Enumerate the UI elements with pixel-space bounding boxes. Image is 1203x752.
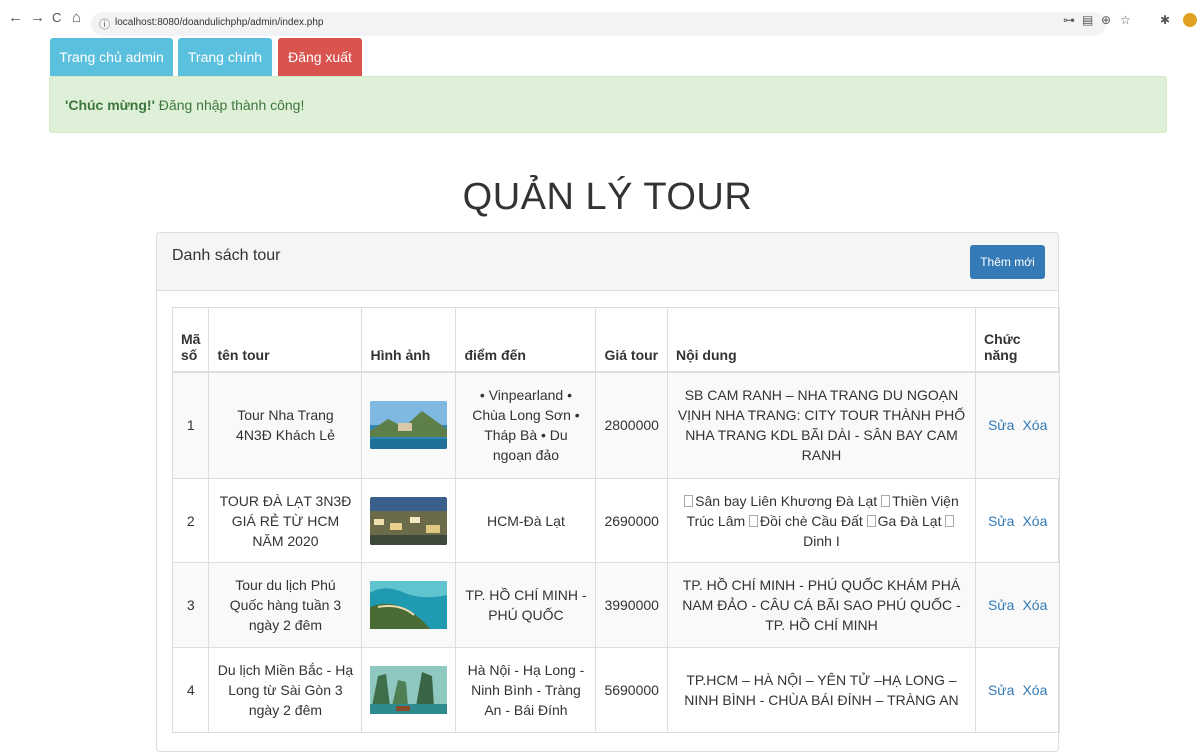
missing-glyph-icon <box>866 514 876 527</box>
delete-link[interactable]: Xóa <box>1022 682 1047 698</box>
cell-destination: TP. HỒ CHÍ MINH - PHÚ QUỐC <box>455 562 597 648</box>
extensions-icon[interactable]: ✱ <box>1160 13 1170 27</box>
delete-link[interactable]: Xóa <box>1022 417 1047 433</box>
cell-id: 3 <box>171 562 210 648</box>
key-icon[interactable]: ⊶ <box>1063 13 1075 27</box>
delete-link[interactable]: Xóa <box>1022 597 1047 613</box>
address-bar[interactable]: ⓘ localhost:8080/doandulichphp/admin/ind… <box>91 12 1106 36</box>
edit-link[interactable]: Sửa <box>988 513 1015 529</box>
add-new-button[interactable]: Thêm mới <box>970 245 1045 279</box>
edit-link[interactable]: Sửa <box>988 682 1015 698</box>
col-header-name: tên tour <box>208 307 363 373</box>
success-alert: 'Chúc mừng!' Đăng nhập thành công! <box>49 76 1167 133</box>
content-part: Đồi chè Cầu Đất <box>760 512 863 529</box>
col-header-destination: điểm đến <box>455 307 597 373</box>
main-page-button[interactable]: Trang chính <box>178 38 272 76</box>
cell-image <box>361 647 457 733</box>
forward-icon[interactable]: → <box>30 10 45 26</box>
panel-title: Danh sách tour <box>172 247 281 264</box>
edit-link[interactable]: Sửa <box>988 417 1015 433</box>
bookmark-star-icon[interactable]: ☆ <box>1120 13 1131 27</box>
table-row: 4 Du lịch Miền Bắc - Hạ Long từ Sài Gòn … <box>171 647 1061 733</box>
translate-icon[interactable]: ▤ <box>1082 13 1093 27</box>
cell-id: 1 <box>171 371 210 479</box>
cell-destination: • Vinpearland • Chùa Long Sơn • Tháp Bà … <box>455 371 597 479</box>
missing-glyph-icon <box>945 514 955 527</box>
cell-destination: Hà Nội - Hạ Long - Ninh Bình - Tràng An … <box>455 647 597 733</box>
cell-price: 2800000 <box>595 371 668 479</box>
cell-content: SB CAM RANH – NHA TRANG DU NGOẠN VỊNH NH… <box>666 371 976 479</box>
profile-avatar[interactable] <box>1183 13 1197 27</box>
alert-text: 'Chúc mừng!' Đăng nhập thành công! <box>65 97 304 113</box>
site-info-icon[interactable]: ⓘ <box>99 16 110 32</box>
content-part: Dinh I <box>803 532 840 549</box>
content-part: Sân bay Liên Khương Đà Lạt <box>695 492 878 509</box>
reload-icon[interactable]: C <box>52 10 61 26</box>
col-header-content: Nội dung <box>666 307 976 373</box>
tour-thumbnail <box>370 581 448 629</box>
page-title: QUẢN LÝ TOUR <box>462 176 753 218</box>
col-header-image: Hình ảnh <box>361 307 457 373</box>
table-row: 1 Tour Nha Trang 4N3Đ Khách Lẻ • Vinpear… <box>171 371 1061 479</box>
cell-actions: Sửa Xóa <box>974 562 1061 648</box>
cell-content: TP. HỒ CHÍ MINH - PHÚ QUỐC KHÁM PHÁ NAM … <box>666 562 976 648</box>
logout-button[interactable]: Đăng xuất <box>278 38 362 76</box>
cell-content: TP.HCM – HÀ NỘI – YÊN TỬ –HẠ LONG – NINH… <box>666 647 976 733</box>
alert-strong: 'Chúc mừng!' <box>65 97 155 113</box>
tour-thumbnail <box>370 666 448 714</box>
zoom-icon[interactable]: ⊕ <box>1101 13 1111 27</box>
cell-image <box>361 562 457 648</box>
missing-glyph-icon <box>881 494 891 507</box>
cell-actions: Sửa Xóa <box>974 647 1061 733</box>
tour-table: Mã số tên tour Hình ảnh điểm đến Giá tou… <box>171 307 1061 733</box>
panel-heading: Danh sách tour Thêm mới <box>157 233 1058 291</box>
tour-thumbnail <box>370 496 448 545</box>
cell-name: Tour Nha Trang 4N3Đ Khách Lẻ <box>208 371 363 479</box>
cell-name: Tour du lịch Phú Quốc hàng tuần 3 ngày 2… <box>208 562 363 648</box>
table-row: 3 Tour du lịch Phú Quốc hàng tuần 3 ngày… <box>171 562 1061 648</box>
missing-glyph-icon <box>684 494 694 507</box>
missing-glyph-icon <box>749 514 759 527</box>
col-header-actions: Chức năng <box>974 307 1061 373</box>
cell-id: 4 <box>171 647 210 733</box>
cell-actions: Sửa Xóa <box>974 478 1061 563</box>
cell-price: 3990000 <box>595 562 668 648</box>
cell-destination: HCM-Đà Lạt <box>455 478 597 563</box>
cell-actions: Sửa Xóa <box>974 371 1061 479</box>
tour-thumbnail <box>370 401 448 450</box>
cell-image <box>361 478 457 563</box>
table-row: 2 TOUR ĐÀ LẠT 3N3Đ GIÁ RẺ TỪ HCM NĂM 202… <box>171 478 1061 563</box>
url-text[interactable]: localhost:8080/doandulichphp/admin/index… <box>115 17 324 28</box>
delete-link[interactable]: Xóa <box>1022 513 1047 529</box>
cell-name: Du lịch Miền Bắc - Hạ Long từ Sài Gòn 3 … <box>208 647 363 733</box>
cell-price: 5690000 <box>595 647 668 733</box>
home-icon[interactable]: ⌂ <box>72 10 81 26</box>
cell-name: TOUR ĐÀ LẠT 3N3Đ GIÁ RẺ TỪ HCM NĂM 2020 <box>208 478 363 563</box>
back-icon[interactable]: ← <box>8 10 23 26</box>
content-part: Ga Đà Lạt <box>877 512 942 529</box>
alert-message: Đăng nhập thành công! <box>158 97 305 113</box>
cell-id: 2 <box>171 478 210 563</box>
cell-image <box>361 371 457 479</box>
cell-price: 2690000 <box>595 478 668 563</box>
browser-toolbar: ← → C ⌂ ⓘ localhost:8080/doandulichphp/a… <box>0 0 1203 38</box>
col-header-id: Mã số <box>171 307 210 373</box>
admin-home-button[interactable]: Trang chủ admin <box>50 38 173 76</box>
table-header-row: Mã số tên tour Hình ảnh điểm đến Giá tou… <box>171 307 1061 373</box>
edit-link[interactable]: Sửa <box>988 597 1015 613</box>
col-header-price: Giá tour <box>595 307 668 373</box>
cell-content: Sân bay Liên Khương Đà Lạt Thiền Viện Tr… <box>666 478 976 563</box>
